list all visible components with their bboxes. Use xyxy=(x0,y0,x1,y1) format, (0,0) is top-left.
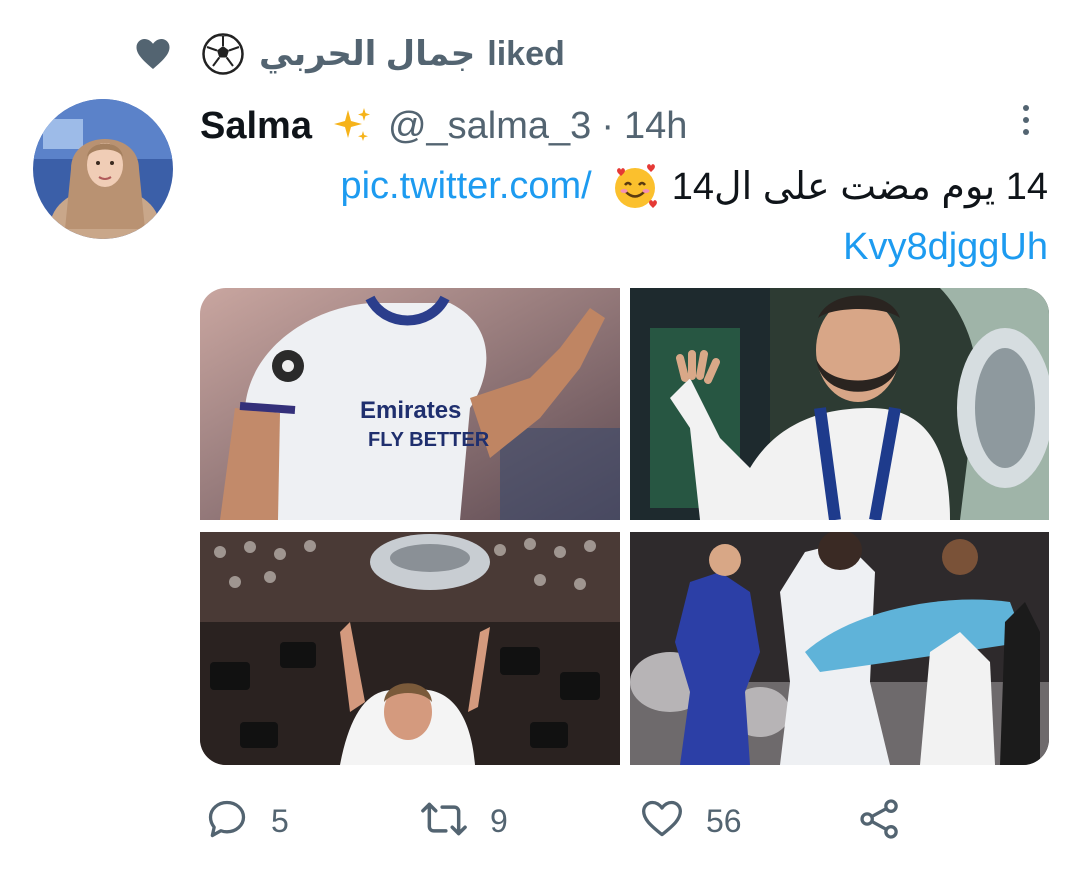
retweet-count: 9 xyxy=(490,802,508,839)
share-icon xyxy=(858,797,902,846)
share-button[interactable] xyxy=(858,795,902,847)
like-count: 56 xyxy=(706,802,742,839)
more-options-icon[interactable] xyxy=(1012,100,1040,140)
reply-count: 5 xyxy=(271,802,289,839)
tweet-link[interactable]: pic.twitter.com/ xyxy=(340,165,591,208)
soccer-ball-icon xyxy=(201,32,245,76)
separator: · xyxy=(601,104,614,147)
heart-icon xyxy=(133,34,173,74)
reply-icon xyxy=(205,797,249,846)
retweet-button[interactable]: 9 xyxy=(420,795,508,847)
tweet-arabic-text: 14 يوم مضت على ال14 xyxy=(671,165,1048,208)
retweet-icon xyxy=(420,797,468,846)
social-context[interactable]: جمال الحربي liked xyxy=(133,28,565,80)
display-name[interactable]: Salma xyxy=(200,105,312,148)
tweet-text: pic.twitter.com/ 14 يوم مضت على ال14 xyxy=(340,160,1048,212)
tweet-image-4[interactable] xyxy=(630,532,1049,765)
svg-text:Emirates: Emirates xyxy=(360,397,461,424)
tweet-image-3[interactable] xyxy=(200,532,620,765)
image-grid: Emirates FLY BETTER xyxy=(200,288,1049,765)
reply-button[interactable]: 5 xyxy=(205,795,289,847)
timestamp[interactable]: 14h xyxy=(624,105,687,148)
svg-text:FLY BETTER: FLY BETTER xyxy=(368,429,490,451)
tweet-image-1[interactable]: Emirates FLY BETTER xyxy=(200,288,620,520)
smiling-face-with-hearts-icon xyxy=(610,161,660,211)
like-button[interactable]: 56 xyxy=(640,795,742,847)
handle[interactable]: @_salma_3 xyxy=(388,105,591,148)
sparkles-icon xyxy=(330,104,374,148)
tweet-link-continued[interactable]: Kvy8djggUh xyxy=(843,222,1048,272)
tweet-header[interactable]: Salma @_salma_3 · 14h xyxy=(200,100,687,152)
tweet-image-2[interactable] xyxy=(630,288,1049,520)
liked-label: liked xyxy=(487,34,565,73)
action-bar: 5 9 56 xyxy=(0,795,1080,847)
avatar[interactable] xyxy=(33,99,173,239)
like-icon xyxy=(640,797,684,846)
liker-name[interactable]: جمال الحربي xyxy=(259,34,475,74)
